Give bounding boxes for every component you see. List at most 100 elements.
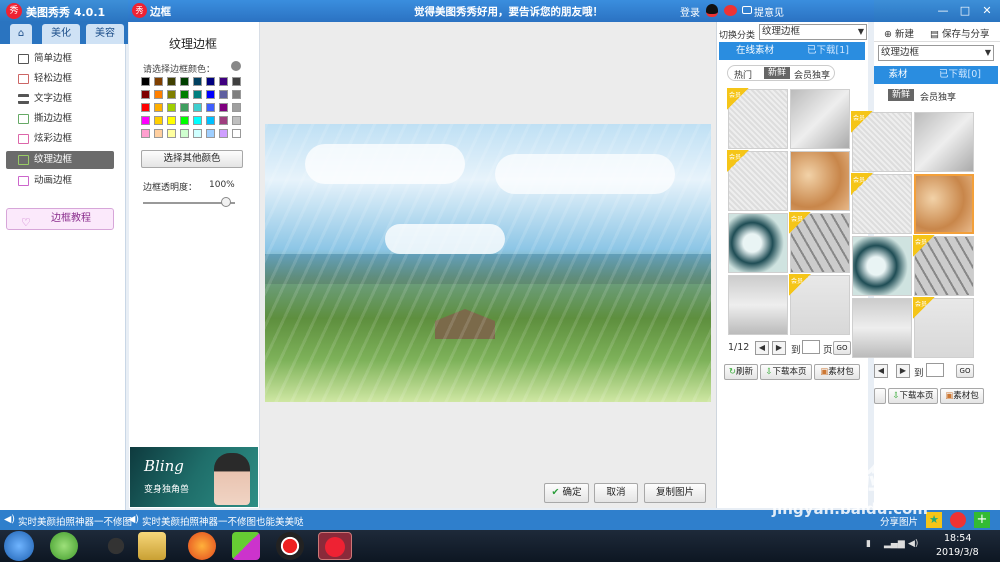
confirm-button[interactable]: ✔ 确定 bbox=[544, 483, 589, 503]
color-swatch[interactable] bbox=[193, 129, 202, 138]
color-swatch[interactable] bbox=[193, 77, 202, 86]
status-ad-left[interactable]: 实时美颜拍照神器一不修图 bbox=[18, 514, 132, 528]
meitu-taskbar-icon[interactable] bbox=[318, 532, 352, 560]
color-swatch[interactable] bbox=[141, 116, 150, 125]
menu-item-animated-frame[interactable]: 动画边框 bbox=[18, 172, 114, 190]
color-swatch[interactable] bbox=[206, 77, 215, 86]
color-swatch[interactable] bbox=[193, 116, 202, 125]
texture-thumbnail[interactable]: 会员 bbox=[851, 173, 912, 234]
tab-materials[interactable]: 素材 bbox=[874, 66, 922, 84]
battery-icon[interactable]: ▮ bbox=[866, 539, 871, 549]
refresh-button[interactable]: ↻刷新 bbox=[724, 364, 758, 380]
category-select[interactable]: 纹理边框 ▼ bbox=[878, 45, 994, 61]
copy-image-button[interactable]: 复制图片 bbox=[644, 483, 706, 503]
subtab-hot[interactable]: 热门 bbox=[734, 68, 752, 81]
status-ad-right[interactable]: 实时美颜拍照神器一不修图也能美美哒 bbox=[142, 514, 304, 528]
color-swatch[interactable] bbox=[167, 116, 176, 125]
go-button[interactable]: GO bbox=[833, 341, 851, 355]
texture-thumbnail[interactable] bbox=[790, 151, 850, 211]
go-button[interactable]: GO bbox=[956, 364, 974, 378]
texture-thumbnail[interactable] bbox=[852, 236, 912, 296]
color-swatch[interactable] bbox=[232, 103, 241, 112]
ad-banner[interactable]: Bling 变身独角兽 bbox=[130, 447, 258, 507]
color-swatch[interactable] bbox=[141, 103, 150, 112]
tab-online-materials[interactable]: 在线素材 bbox=[719, 42, 791, 60]
login-link[interactable]: 登录 bbox=[680, 4, 700, 19]
video-app-icon[interactable] bbox=[232, 532, 260, 560]
texture-thumbnail[interactable]: 会员 bbox=[789, 274, 850, 335]
category-select[interactable]: 纹理边框 ▼ bbox=[759, 24, 867, 40]
page-input[interactable] bbox=[802, 340, 820, 354]
menu-item-text-frame[interactable]: 文字边框 bbox=[18, 90, 114, 108]
frame-tutorial-button[interactable]: ♡ 边框教程 bbox=[6, 208, 114, 230]
color-swatch[interactable] bbox=[154, 77, 163, 86]
texture-thumbnail[interactable] bbox=[728, 275, 788, 335]
maximize-button[interactable]: □ bbox=[956, 3, 974, 19]
color-swatch[interactable] bbox=[154, 90, 163, 99]
weibo-icon[interactable] bbox=[724, 5, 737, 16]
color-swatch[interactable] bbox=[141, 90, 150, 99]
color-swatch[interactable] bbox=[154, 129, 163, 138]
qq-icon[interactable] bbox=[102, 532, 130, 560]
new-button[interactable]: ⊕ 新建 bbox=[884, 26, 914, 40]
network-icon[interactable]: ▂▄▆ bbox=[884, 539, 905, 549]
color-swatch[interactable] bbox=[206, 103, 215, 112]
close-button[interactable]: ✕ bbox=[978, 3, 996, 19]
color-swatch[interactable] bbox=[206, 90, 215, 99]
start-button[interactable] bbox=[4, 531, 34, 561]
texture-thumbnail[interactable] bbox=[790, 89, 850, 149]
color-swatch[interactable] bbox=[219, 103, 228, 112]
subtab-vip[interactable]: 会员独享 bbox=[920, 90, 956, 103]
home-tab[interactable]: ⌂ bbox=[10, 24, 32, 44]
tab-makeup[interactable]: 美容 bbox=[86, 24, 124, 44]
color-swatch[interactable] bbox=[180, 116, 189, 125]
color-swatch[interactable] bbox=[141, 129, 150, 138]
weibo-icon[interactable] bbox=[950, 512, 966, 528]
page-input[interactable] bbox=[926, 363, 944, 377]
download-page-button[interactable]: ⇩下载本页 bbox=[888, 388, 938, 404]
tab-downloaded[interactable]: 已下载[1] bbox=[791, 42, 865, 60]
color-swatch[interactable] bbox=[167, 103, 176, 112]
texture-thumbnail[interactable]: 会员 bbox=[913, 297, 974, 358]
texture-thumbnail[interactable]: 会员 bbox=[727, 88, 788, 149]
tab-beautify[interactable]: 美化 bbox=[42, 24, 80, 44]
color-swatch[interactable] bbox=[180, 103, 189, 112]
color-swatch[interactable] bbox=[141, 77, 150, 86]
texture-thumbnail[interactable] bbox=[914, 174, 974, 234]
texture-thumbnail[interactable] bbox=[728, 213, 788, 273]
volume-icon[interactable]: ◀) bbox=[908, 539, 918, 549]
menu-item-colorful-frame[interactable]: 炫彩边框 bbox=[18, 130, 114, 148]
texture-thumbnail[interactable]: 会员 bbox=[789, 212, 850, 273]
cancel-button[interactable]: 取消 bbox=[594, 483, 638, 503]
color-swatch[interactable] bbox=[206, 116, 215, 125]
color-swatch[interactable] bbox=[232, 77, 241, 86]
color-swatch[interactable] bbox=[167, 129, 176, 138]
color-swatch[interactable] bbox=[193, 103, 202, 112]
taskbar-app-icon[interactable] bbox=[50, 532, 78, 560]
refresh-button-partial[interactable] bbox=[874, 388, 886, 404]
color-swatch[interactable] bbox=[206, 129, 215, 138]
color-swatch[interactable] bbox=[219, 129, 228, 138]
star-icon[interactable]: ★ bbox=[926, 512, 942, 528]
add-icon[interactable]: + bbox=[974, 512, 990, 528]
other-color-button[interactable]: 选择其他颜色 bbox=[141, 150, 243, 168]
opacity-slider-knob[interactable] bbox=[221, 197, 231, 207]
color-swatch[interactable] bbox=[232, 129, 241, 138]
save-share-button[interactable]: ▤ 保存与分享 bbox=[930, 26, 990, 40]
color-swatch[interactable] bbox=[180, 77, 189, 86]
color-swatch[interactable] bbox=[232, 90, 241, 99]
subtab-vip[interactable]: 会员独享 bbox=[794, 68, 830, 81]
recorder-icon[interactable] bbox=[276, 532, 304, 560]
clock-time[interactable]: 18:54 bbox=[944, 533, 971, 544]
next-page-button[interactable]: ▶ bbox=[896, 364, 910, 378]
color-swatch[interactable] bbox=[180, 90, 189, 99]
subtab-new[interactable]: 新鲜 bbox=[888, 89, 914, 101]
material-pack-button[interactable]: ▣素材包 bbox=[940, 388, 984, 404]
qq-icon[interactable] bbox=[706, 4, 718, 17]
color-swatch[interactable] bbox=[167, 90, 176, 99]
color-swatch[interactable] bbox=[219, 116, 228, 125]
color-swatch[interactable] bbox=[154, 116, 163, 125]
next-page-button[interactable]: ▶ bbox=[772, 341, 786, 355]
prev-page-button[interactable]: ◀ bbox=[755, 341, 769, 355]
menu-item-easy-frame[interactable]: 轻松边框 bbox=[18, 70, 114, 88]
